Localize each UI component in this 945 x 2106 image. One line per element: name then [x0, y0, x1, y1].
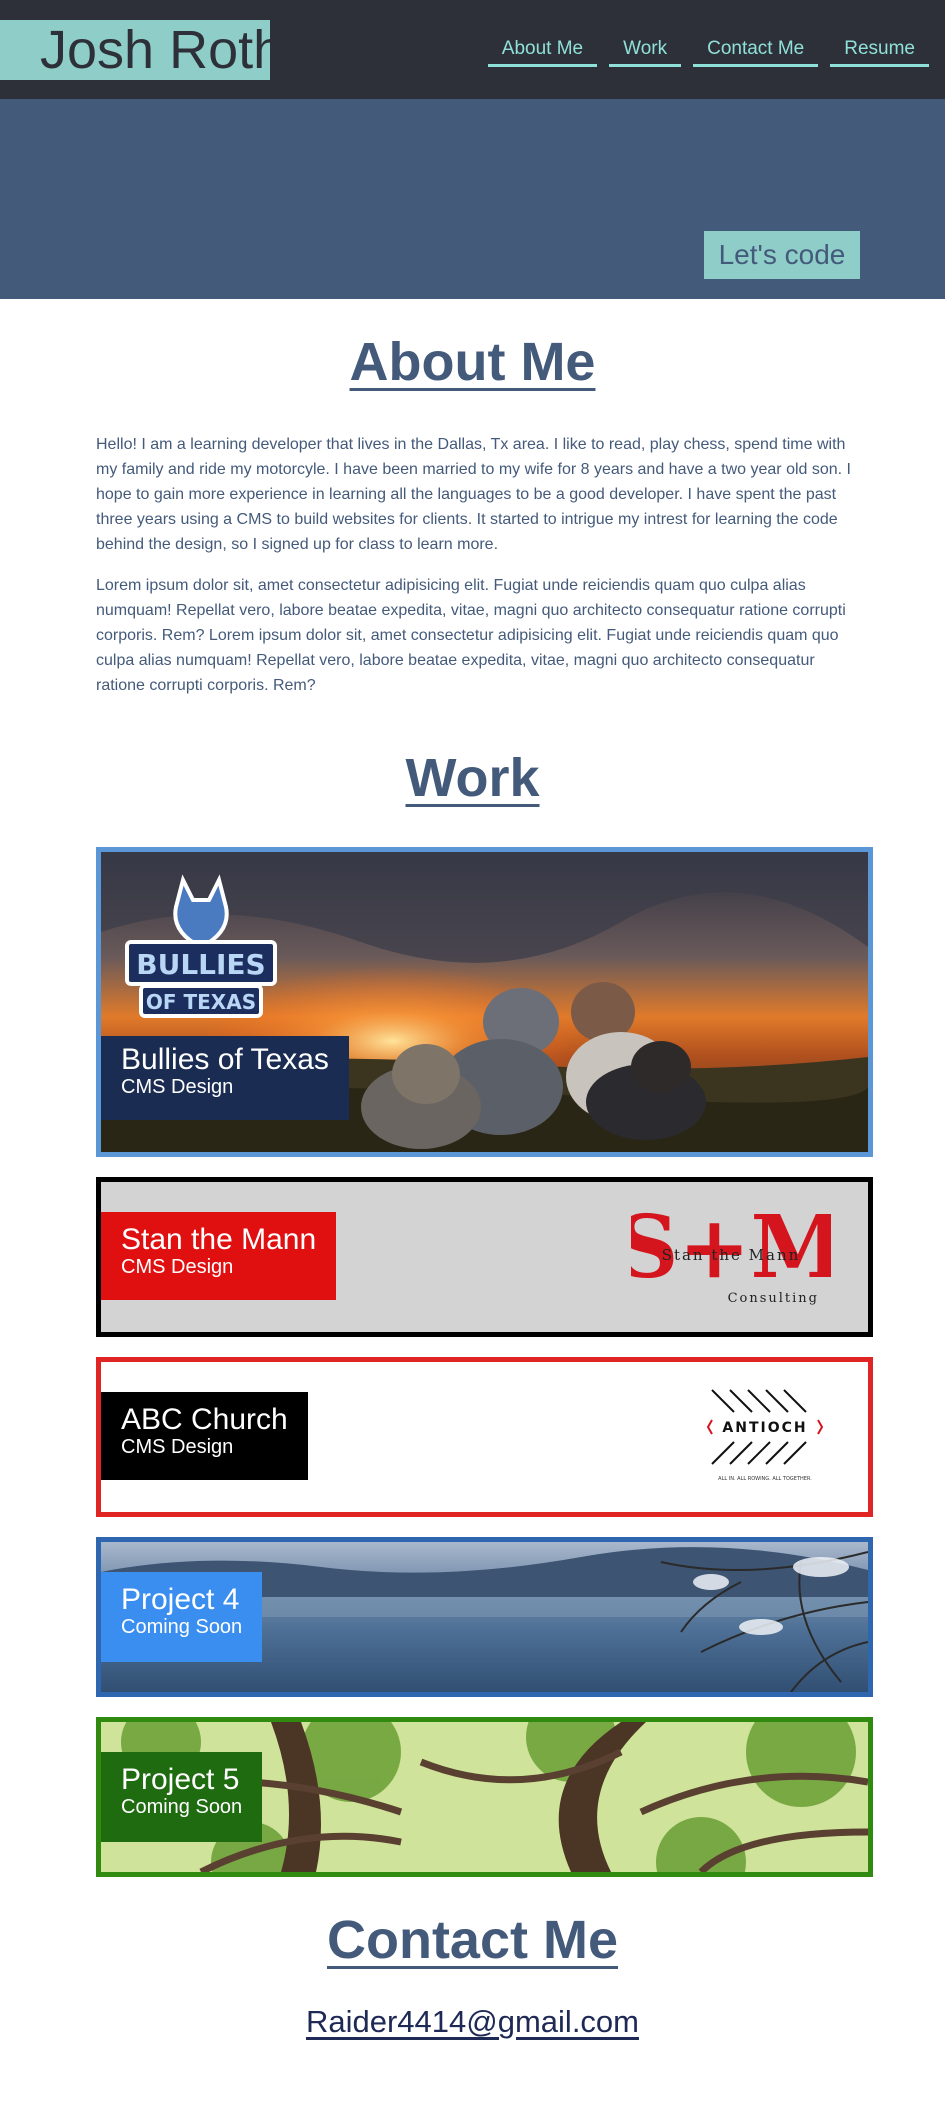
project-subtitle: Coming Soon: [121, 1616, 243, 1638]
project-card-project-4[interactable]: Project 4 Coming Soon: [96, 1537, 873, 1697]
stan-logo-name: Stan the Mann: [662, 1246, 801, 1264]
contact-email-container: Raider4414@gmail.com: [0, 2002, 945, 2042]
project-label: Project 4 Coming Soon: [101, 1572, 262, 1662]
stan-the-mann-logo: S+M Stan the Mann Consulting: [631, 1202, 831, 1306]
bullies-of-texas-logo: BULLIES OF TEXAS: [125, 874, 277, 1018]
project-title: Project 5: [121, 1763, 240, 1796]
project-subtitle: CMS Design: [121, 1256, 234, 1278]
work-title-text: Work: [405, 748, 540, 808]
antioch-logo-word: ANTIOCH: [722, 1420, 807, 1436]
antioch-logo: ANTIOCH ALL IN. ALL ROWING. ALL TOGETHER…: [706, 1389, 824, 1482]
project-title: Stan the Mann: [121, 1223, 317, 1256]
about-paragraph-2: Lorem ipsum dolor sit, amet consectetur …: [96, 577, 846, 694]
nav-work[interactable]: Work: [609, 37, 682, 67]
bullies-logo-line1: BULLIES: [136, 948, 265, 981]
antioch-logo-tagline: ALL IN. ALL ROWING. ALL TOGETHER.: [718, 1476, 812, 1482]
work-title: Work: [0, 748, 945, 808]
project-title: Project 4: [121, 1583, 240, 1616]
nav-resume[interactable]: Resume: [830, 37, 929, 67]
project-card-project-5[interactable]: Project 5 Coming Soon: [96, 1717, 873, 1877]
project-subtitle: CMS Design: [121, 1436, 234, 1458]
project-label: ABC Church CMS Design: [101, 1392, 308, 1480]
nav-contact-me[interactable]: Contact Me: [693, 37, 819, 67]
about-title: About Me: [0, 332, 945, 392]
project-label: Bullies of Texas CMS Design: [101, 1036, 349, 1120]
nav-about-me[interactable]: About Me: [487, 37, 598, 67]
project-subtitle: CMS Design: [121, 1076, 234, 1098]
project-label: Project 5 Coming Soon: [101, 1752, 262, 1842]
main-nav: About Me Work Contact Me Resume: [487, 37, 929, 67]
project-card-stan-the-mann[interactable]: Stan the Mann CMS Design S+M Stan the Ma…: [96, 1177, 873, 1337]
contact-title-text: Contact Me: [326, 1910, 618, 1970]
project-title: ABC Church: [121, 1403, 288, 1436]
bullies-logo-line2: OF TEXAS: [146, 990, 256, 1014]
project-card-bullies-of-texas[interactable]: BULLIES OF TEXAS Bullies of Texas CMS De…: [96, 847, 873, 1157]
project-subtitle: Coming Soon: [121, 1796, 243, 1818]
project-label: Stan the Mann CMS Design: [101, 1212, 336, 1300]
top-navbar: Josh Roth About Me Work Contact Me Resum…: [0, 0, 945, 99]
contact-email-link[interactable]: Raider4414@gmail.com: [306, 2004, 639, 2039]
project-title: Bullies of Texas: [121, 1043, 329, 1076]
stan-logo-consulting: Consulting: [728, 1291, 819, 1306]
about-title-text: About Me: [349, 332, 596, 392]
project-card-abc-church[interactable]: ABC Church CMS Design ANTIOCH ALL IN. AL…: [96, 1357, 873, 1517]
lets-code-button[interactable]: Let's code: [704, 231, 860, 279]
contact-title: Contact Me: [0, 1910, 945, 1970]
brand-name[interactable]: Josh Roth: [0, 20, 283, 80]
about-paragraph-1: Hello! I am a learning developer that li…: [96, 436, 851, 553]
